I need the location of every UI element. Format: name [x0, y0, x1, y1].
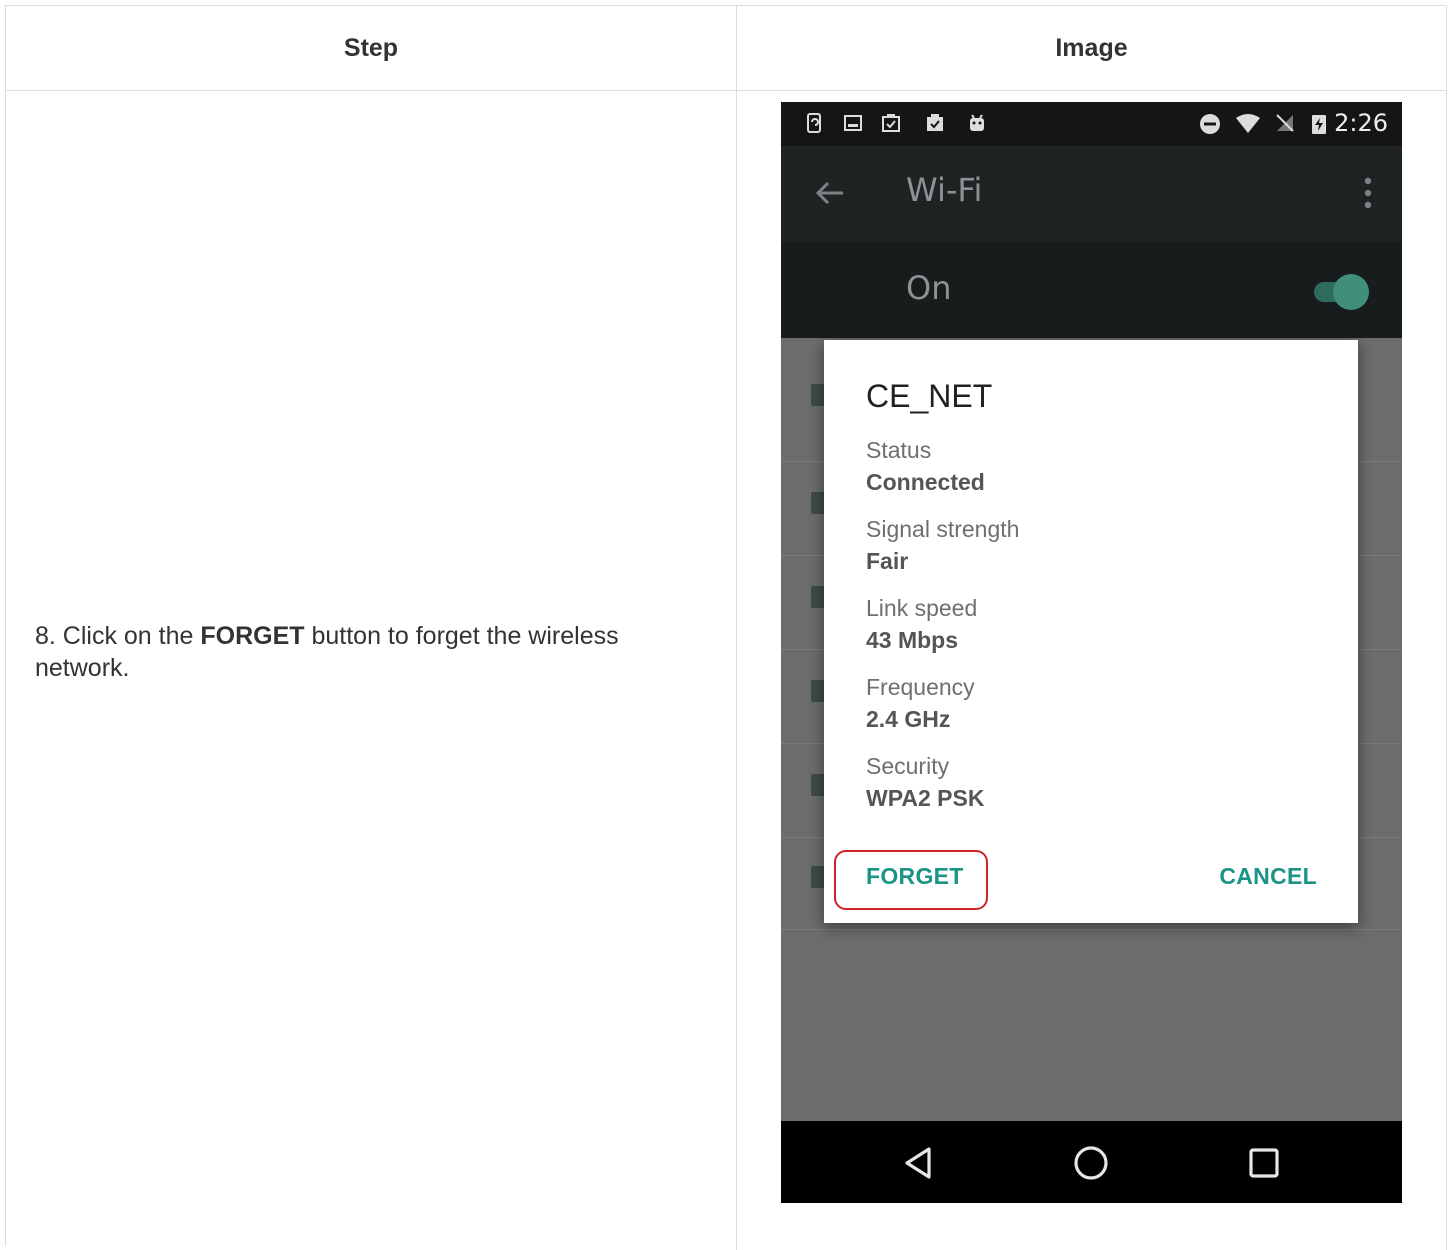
- image-icon: [844, 115, 862, 131]
- wifi-toggle-thumb[interactable]: [1333, 274, 1369, 310]
- dialog-title: CE_NET: [866, 378, 993, 414]
- network-signal-icon: [811, 866, 825, 888]
- status-value: Connected: [866, 469, 985, 495]
- network-signal-icon: [811, 492, 825, 514]
- wifi-switch-bar: On: [781, 242, 1402, 338]
- link-speed-label: Link speed: [866, 595, 978, 621]
- phone-sync-icon: [807, 113, 821, 133]
- step-bold-keyword: FORGET: [200, 622, 305, 650]
- network-signal-icon: [811, 586, 825, 608]
- network-signal-icon: [811, 774, 825, 796]
- network-signal-icon: [811, 680, 825, 702]
- column-divider: [736, 90, 737, 1250]
- frequency-label: Frequency: [866, 674, 975, 700]
- table-right-border: [1446, 90, 1447, 1250]
- network-signal-icon: [811, 384, 825, 406]
- frequency-value: 2.4 GHz: [866, 706, 951, 732]
- no-sim-signal-icon: [1276, 114, 1294, 132]
- status-time: 2:26: [1334, 109, 1388, 137]
- list-divider: [781, 929, 1402, 930]
- nav-home-icon[interactable]: [1069, 1141, 1113, 1185]
- back-arrow-icon[interactable]: [813, 176, 847, 210]
- do-not-disturb-icon: [1200, 114, 1220, 134]
- header-step: Step: [6, 6, 737, 91]
- step-prefix: 8. Click on the: [35, 622, 201, 650]
- status-label: Status: [866, 437, 932, 463]
- nav-recents-icon[interactable]: [1242, 1141, 1286, 1185]
- navigation-bar: [781, 1121, 1402, 1203]
- link-speed-value: 43 Mbps: [866, 627, 959, 653]
- signal-strength-label: Signal strength: [866, 516, 1020, 542]
- overflow-menu-icon[interactable]: [1364, 176, 1372, 210]
- nav-back-icon[interactable]: [897, 1141, 941, 1185]
- android-icon: [970, 114, 984, 131]
- wifi-switch-label: On: [906, 269, 952, 307]
- network-details-dialog: CE_NET Status Connected Signal strength …: [824, 340, 1358, 923]
- forget-button[interactable]: FORGET: [866, 863, 964, 890]
- step-instruction: 8. Click on the FORGET button to forget …: [35, 620, 715, 684]
- phone-screenshot: 2:26 Wi-Fi On CE_NET Status Connected Si…: [781, 102, 1402, 1203]
- security-label: Security: [866, 753, 950, 779]
- signal-strength-value: Fair: [866, 548, 909, 574]
- cancel-button[interactable]: CANCEL: [1219, 863, 1317, 890]
- task-check-icon: [927, 114, 943, 131]
- app-title: Wi-Fi: [906, 171, 983, 209]
- battery-charging-icon: [1312, 115, 1326, 134]
- app-bar: Wi-Fi: [781, 146, 1402, 242]
- status-bar: 2:26: [781, 102, 1402, 146]
- security-value: WPA2 PSK: [866, 785, 985, 811]
- header-image: Image: [737, 6, 1447, 91]
- wifi-signal-icon: [1236, 114, 1260, 133]
- clipboard-icon: [882, 114, 900, 132]
